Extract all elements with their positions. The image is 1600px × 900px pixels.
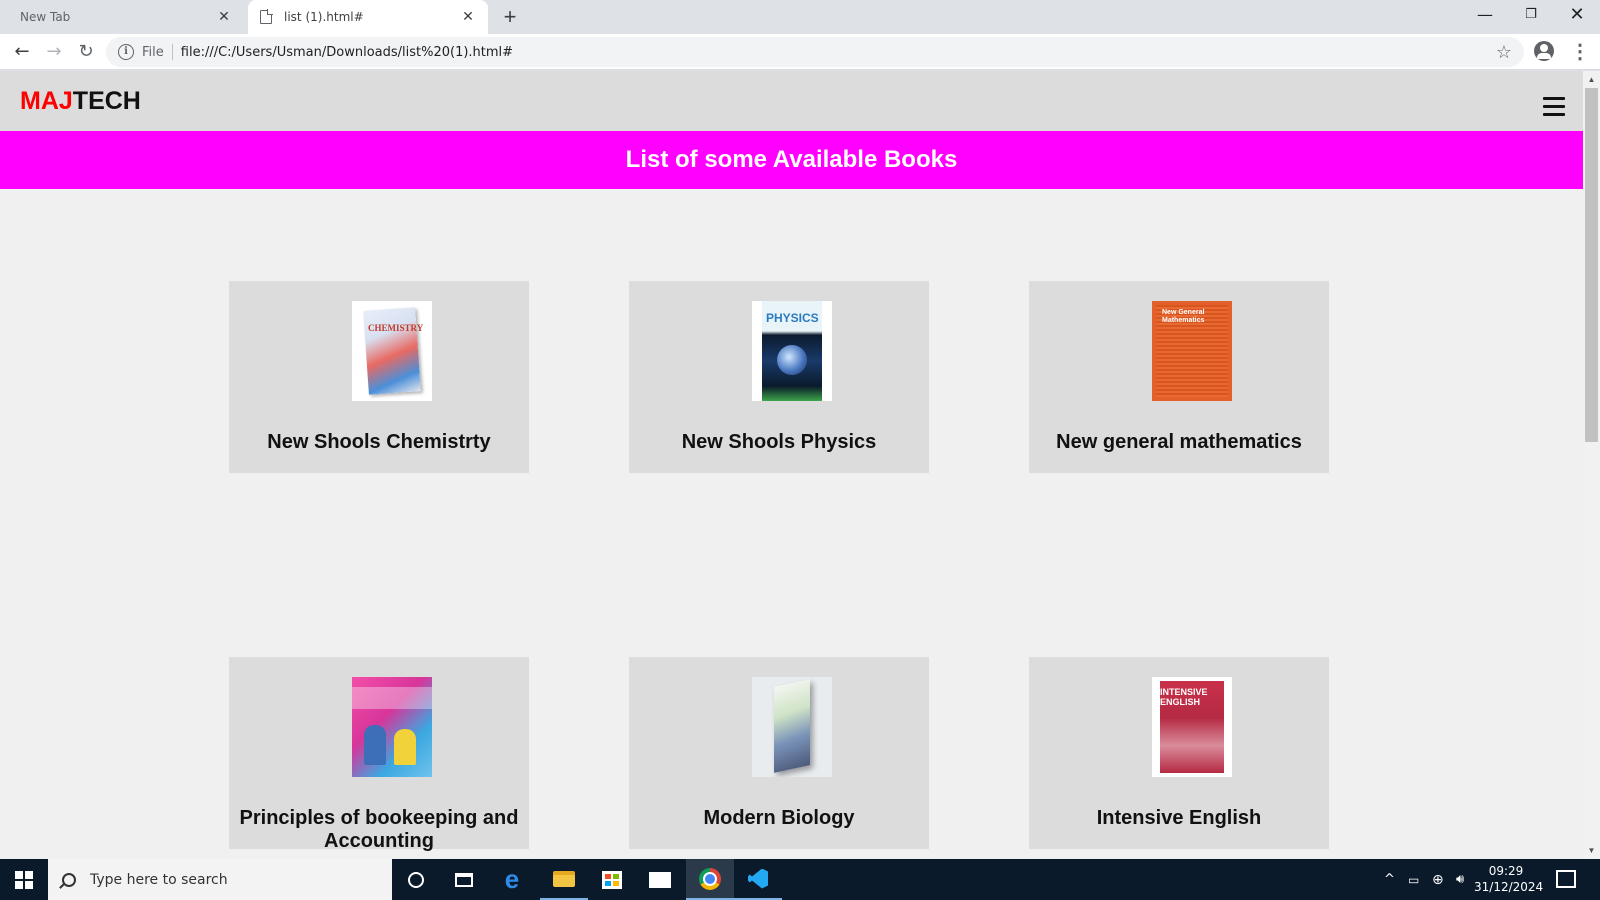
scroll-down-icon[interactable]: ▼ <box>1583 842 1600 859</box>
tab-list-html[interactable]: list (1).html# ✕ <box>248 0 488 34</box>
scheme-label: File <box>142 44 164 60</box>
browser-toolbar: ← → ↻ i File file:///C:/Users/Usman/Down… <box>0 34 1600 70</box>
tab-strip: New Tab ✕ list (1).html# ✕ + — ❐ ✕ <box>0 0 1600 34</box>
book-card[interactable]: CHEMISTRY New Shools Chemistrty <box>229 281 529 473</box>
tab-new-tab[interactable]: New Tab ✕ <box>8 0 244 34</box>
account-icon[interactable] <box>1534 41 1554 61</box>
mail-icon[interactable] <box>636 859 684 900</box>
reload-button[interactable]: ↻ <box>72 38 100 66</box>
vertical-scrollbar[interactable]: ▲ ▼ <box>1583 71 1600 859</box>
book-title: New Shools Chemistrty <box>267 431 491 453</box>
network-icon[interactable]: ⊕ <box>1432 859 1444 900</box>
search-placeholder: Type here to search <box>90 871 228 888</box>
minimize-button[interactable]: — <box>1462 0 1508 30</box>
mathematics-book-cover: New General Mathematics <box>1152 301 1232 401</box>
store-icon[interactable] <box>588 859 636 900</box>
english-book-cover: INTENSIVE ENGLISH <box>1152 677 1232 777</box>
scroll-up-icon[interactable]: ▲ <box>1583 71 1600 88</box>
cortana-icon[interactable] <box>392 859 440 900</box>
address-bar[interactable]: i File file:///C:/Users/Usman/Downloads/… <box>106 37 1524 67</box>
book-card[interactable]: INTENSIVE ENGLISH Intensive English <box>1029 657 1329 849</box>
taskbar-search-input[interactable]: Type here to search <box>48 859 392 900</box>
logo-part-tech: TECH <box>72 87 141 115</box>
windows-taskbar: Type here to search e ^ ▭ ⊕ 🔊︎ 09:29 31/… <box>0 859 1600 900</box>
close-tab-icon[interactable]: ✕ <box>460 9 476 25</box>
volume-icon[interactable]: 🔊︎ <box>1456 859 1464 900</box>
close-tab-icon[interactable]: ✕ <box>216 9 232 25</box>
site-header: MAJTECH <box>0 71 1583 131</box>
book-title: New Shools Physics <box>681 431 877 453</box>
book-title: Principles of bookeeping and Accounting <box>239 807 519 852</box>
page-viewport: MAJTECH List of some Available Books CHE… <box>0 71 1583 859</box>
physics-book-cover: PHYSICS <box>752 301 832 401</box>
tab-title: New Tab <box>20 10 71 24</box>
clock-time: 09:29 <box>1488 864 1524 878</box>
site-logo[interactable]: MAJTECH <box>20 87 141 116</box>
logo-part-maj: MAJ <box>20 87 73 115</box>
more-menu-icon[interactable]: ⋮ <box>1570 38 1590 66</box>
windows-start-icon[interactable] <box>0 859 48 900</box>
restore-button[interactable]: ❐ <box>1508 0 1554 30</box>
divider <box>171 44 173 60</box>
page-banner: List of some Available Books <box>0 131 1583 189</box>
url-text[interactable]: file:///C:/Users/Usman/Downloads/list%20… <box>181 45 513 60</box>
edge-icon[interactable]: e <box>488 859 536 900</box>
battery-icon[interactable]: ▭ <box>1408 859 1419 900</box>
file-explorer-icon[interactable] <box>540 859 588 900</box>
biology-book-cover <box>752 677 832 777</box>
task-view-icon[interactable] <box>440 859 488 900</box>
book-card[interactable]: New General Mathematics New general mathe… <box>1029 281 1329 473</box>
book-title: Intensive English <box>1096 807 1262 829</box>
notifications-icon[interactable] <box>1556 870 1576 888</box>
taskbar-clock[interactable]: 09:29 31/12/2024 <box>1474 863 1544 895</box>
chemistry-book-cover: CHEMISTRY <box>352 301 432 401</box>
tab-title: list (1).html# <box>284 10 364 24</box>
document-icon <box>260 9 273 24</box>
tray-chevron-icon[interactable]: ^ <box>1384 859 1395 900</box>
vscode-icon[interactable] <box>734 859 782 900</box>
forward-button[interactable]: → <box>40 38 68 66</box>
book-card[interactable]: Modern Biology <box>629 657 929 849</box>
book-title: Modern Biology <box>703 807 855 829</box>
bookmark-star-icon[interactable]: ☆ <box>1496 42 1512 63</box>
hamburger-menu-icon[interactable] <box>1543 97 1565 117</box>
bookkeeping-book-cover <box>352 677 432 777</box>
book-card[interactable]: Principles of bookeeping and Accounting <box>229 657 529 852</box>
scroll-thumb[interactable] <box>1585 88 1598 442</box>
info-icon[interactable]: i <box>118 44 134 60</box>
new-tab-button[interactable]: + <box>498 5 522 29</box>
close-window-button[interactable]: ✕ <box>1554 0 1600 30</box>
search-icon <box>62 872 76 887</box>
chrome-icon[interactable] <box>686 859 734 900</box>
back-button[interactable]: ← <box>8 38 36 66</box>
book-title: New general mathematics <box>1056 431 1302 453</box>
clock-date: 31/12/2024 <box>1474 880 1544 894</box>
book-card[interactable]: PHYSICS New Shools Physics <box>629 281 929 473</box>
